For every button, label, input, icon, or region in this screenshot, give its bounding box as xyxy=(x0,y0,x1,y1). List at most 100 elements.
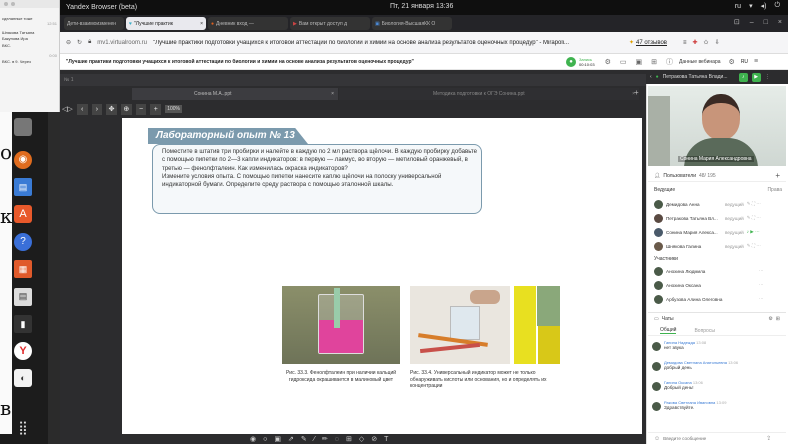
move-icon[interactable]: ✥ xyxy=(106,103,117,115)
settings-icon[interactable]: ⚙ xyxy=(605,58,611,66)
chat-menu-icon[interactable]: ⊞ xyxy=(776,316,780,322)
more-icon[interactable]: ⋯ xyxy=(759,296,764,302)
lang-indicator[interactable]: ru xyxy=(735,3,741,10)
record-app-icon[interactable]: ◉ xyxy=(14,150,32,169)
add-tab-icon[interactable]: + xyxy=(634,88,639,97)
software-center-icon[interactable]: A xyxy=(14,205,32,223)
pres-toolbar: ◁▷ ‹ › ✥ ⊕ − + 100% xyxy=(62,102,182,116)
next-page-icon[interactable]: › xyxy=(91,103,103,115)
zoom-out-icon[interactable]: − xyxy=(135,103,147,115)
webinar-data-button[interactable]: Данные вебинара xyxy=(679,59,721,65)
close-tab-icon[interactable]: × xyxy=(200,21,203,27)
cursor-icon[interactable]: ◉ xyxy=(250,435,256,443)
star-icon[interactable]: ✩ xyxy=(704,39,709,46)
layout-icon[interactable]: ⊞ xyxy=(651,58,657,66)
lang-button[interactable]: RU xyxy=(741,59,748,65)
download-icon[interactable]: ⇩ xyxy=(715,39,720,46)
collapse-icon[interactable]: ‹ xyxy=(650,74,652,80)
browser-tab[interactable]: ▶ Вам открыт доступ д xyxy=(290,17,370,30)
pres-tab[interactable]: Методика подготовки к ОГЭ Сонина.ppt × xyxy=(339,88,639,100)
line-tool-icon[interactable]: ⁄ xyxy=(314,436,315,443)
document-app-icon[interactable]: ▤ xyxy=(14,178,32,196)
activities-label[interactable]: Yandex Browser (beta) xyxy=(66,4,137,11)
help-icon[interactable]: ? xyxy=(14,232,32,251)
app-grid-icon[interactable]: ⣿ xyxy=(14,419,32,437)
camera-icon[interactable]: ▭ xyxy=(620,58,627,66)
page-title[interactable]: "Лучшие практики подготовки учащихся к и… xyxy=(153,40,623,46)
pres-tab-num: № 1 xyxy=(64,77,74,83)
text-tool-icon[interactable]: ▣ xyxy=(274,435,281,443)
user-row[interactable]: Шнякова Галина ведущий ✎ ⛶ ⋯ xyxy=(654,239,782,253)
clock[interactable]: Пт, 21 января 13:36 xyxy=(390,3,453,10)
pointer-icon[interactable]: ⊕ xyxy=(120,103,132,115)
speaker-video-button[interactable]: ▶ xyxy=(751,72,761,82)
edit-icon[interactable]: ✎ ⛶ ⋯ xyxy=(747,243,761,249)
screen-share-icon[interactable]: ▣ xyxy=(635,58,642,66)
gear-icon[interactable]: ⚙ xyxy=(729,58,735,66)
spreadsheet-app-icon[interactable]: ▤ xyxy=(14,287,32,306)
volume-icon[interactable]: ◂) xyxy=(761,2,767,10)
power-icon[interactable]: ⏻ xyxy=(774,2,780,10)
arrow-tool-icon[interactable]: ⇗ xyxy=(288,435,294,443)
emoji-icon[interactable]: ☺ xyxy=(654,436,660,442)
close-window-icon[interactable]: × xyxy=(778,19,782,26)
yandex-browser-icon[interactable]: Y xyxy=(14,342,32,360)
minimize-icon[interactable]: – xyxy=(750,19,754,26)
presentation-app-icon[interactable]: ▦ xyxy=(14,260,32,278)
eraser-icon[interactable]: ◇ xyxy=(359,435,364,443)
extension-icon[interactable]: ✚ xyxy=(693,39,698,46)
users-title[interactable]: Пользователи xyxy=(663,173,696,179)
add-user-icon[interactable]: + xyxy=(775,171,780,180)
tab-questions[interactable]: Вопросы xyxy=(694,328,714,334)
fit-icon[interactable]: ◁▷ xyxy=(62,105,73,113)
type-icon[interactable]: T xyxy=(384,436,388,443)
chat-title[interactable]: Чаты xyxy=(662,316,674,322)
tab-general[interactable]: Общий xyxy=(660,327,677,334)
mic-active-icon[interactable]: ♪ ▶ ⋯ xyxy=(747,229,760,235)
prev-page-icon[interactable]: ‹ xyxy=(76,103,88,115)
url-domain[interactable]: mv1.virtualroom.ru xyxy=(97,40,147,46)
browser-tab-active[interactable]: ♥ "Лучшие практик × xyxy=(126,17,206,30)
circle-tool-icon[interactable]: ○ xyxy=(263,436,267,443)
reviews-link[interactable]: 47 отзывов xyxy=(636,40,667,46)
tabs-menu-icon[interactable]: ⊡ xyxy=(734,18,740,26)
chat-input[interactable] xyxy=(663,436,764,441)
more-icon[interactable]: ⋮ xyxy=(765,74,770,80)
zoom-level[interactable]: 100% xyxy=(165,105,182,113)
chat-settings-icon[interactable]: ⚙ xyxy=(768,316,772,322)
pres-tab[interactable]: Сонина М.А..ppt × xyxy=(132,88,338,100)
info-icon[interactable]: ⓘ xyxy=(666,57,673,67)
edit-icon[interactable]: ✎ ⛶ ⋯ xyxy=(747,201,761,207)
marker-tool-icon[interactable]: ✏ xyxy=(322,435,328,443)
back-icon[interactable]: ⊖ xyxy=(66,39,71,46)
grid-tool-icon[interactable]: ⊞ xyxy=(346,435,352,443)
record-icon[interactable]: ● xyxy=(566,56,576,67)
shape-tool-icon[interactable]: ◌ xyxy=(335,436,339,443)
speaker-mic-button[interactable]: ♪ xyxy=(738,72,748,82)
bookmark-icon[interactable]: ≡ xyxy=(683,40,687,46)
menu-icon[interactable]: ≡ xyxy=(754,58,758,65)
network-icon[interactable]: ▾ xyxy=(749,2,753,10)
user-row[interactable]: Анохина Людмила ⋯ xyxy=(654,264,782,278)
more-icon[interactable]: ⋯ xyxy=(759,282,764,288)
terminal-icon[interactable]: ▮ xyxy=(14,315,32,333)
user-row[interactable]: Сонина Мария Алекса... ведущий ♪ ▶ ⋯ xyxy=(654,225,782,239)
more-icon[interactable]: ⋯ xyxy=(759,268,764,274)
maximize-icon[interactable]: □ xyxy=(764,19,768,26)
files-app-icon[interactable] xyxy=(14,118,32,136)
reload-icon[interactable]: ↻ xyxy=(77,39,82,46)
close-tab-icon[interactable]: × xyxy=(331,91,334,97)
browser-tab[interactable]: Дети-взаимоизменен xyxy=(64,17,124,30)
send-icon[interactable]: ⇪ xyxy=(766,435,771,442)
user-row[interactable]: Анохина Оксана ⋯ xyxy=(654,278,782,292)
browser-tab[interactable]: ▣ Биология-ВысшаяКК О xyxy=(372,17,452,30)
pen-tool-icon[interactable]: ✎ xyxy=(301,435,307,443)
browser-tab[interactable]: ● Дневник вход — xyxy=(208,17,288,30)
music-app-icon[interactable]: ◐ xyxy=(14,369,32,387)
edit-icon[interactable]: ✎ ⛶ ⋯ xyxy=(747,215,761,221)
user-row[interactable]: Петракова Татьяна Вл... ведущий ✎ ⛶ ⋯ xyxy=(654,211,782,225)
zoom-in-icon[interactable]: + xyxy=(150,103,162,115)
user-row[interactable]: Демидова Анна ведущий ✎ ⛶ ⋯ xyxy=(654,197,782,211)
user-row[interactable]: Арбузова Алина Олеговна ⋯ xyxy=(654,292,782,306)
clear-icon[interactable]: ⊘ xyxy=(371,435,377,443)
